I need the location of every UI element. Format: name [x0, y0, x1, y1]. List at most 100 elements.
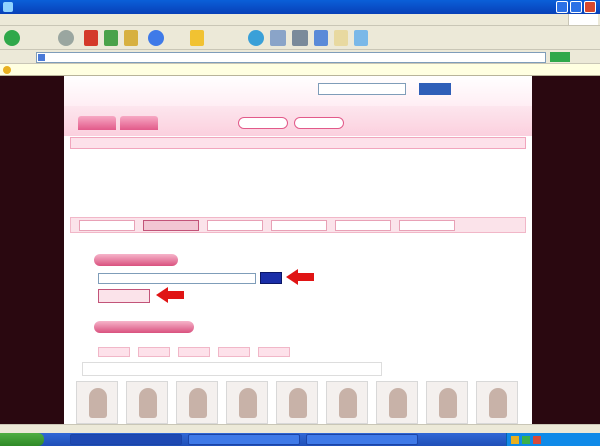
category-item[interactable]: [314, 138, 342, 148]
step-item: [399, 220, 455, 231]
menu-view[interactable]: [70, 16, 96, 25]
tray-icon[interactable]: [522, 436, 530, 444]
ads-by-google-label[interactable]: [448, 195, 526, 204]
site-search-input[interactable]: [318, 83, 406, 95]
category-item[interactable]: [104, 138, 132, 148]
info-bar-message[interactable]: [14, 66, 574, 75]
category-item[interactable]: [224, 138, 252, 148]
taskbar-item-paint[interactable]: [306, 434, 418, 445]
title-bar: [0, 0, 600, 14]
gallery-tab[interactable]: [138, 347, 170, 357]
edit-icon[interactable]: [314, 30, 328, 46]
favorites-button-label[interactable]: [206, 34, 242, 43]
go-button[interactable]: [552, 52, 570, 61]
bookmark-site-button[interactable]: [238, 117, 288, 129]
ad-url[interactable]: [82, 179, 186, 187]
history-icon[interactable]: [248, 30, 264, 46]
category-item[interactable]: [434, 138, 462, 148]
back-arrow-icon[interactable]: [4, 30, 20, 46]
print-icon[interactable]: [292, 30, 308, 46]
ad-url[interactable]: [404, 179, 508, 187]
ad-title[interactable]: [404, 151, 508, 160]
stop-icon[interactable]: [84, 30, 98, 46]
start-button[interactable]: [0, 433, 44, 446]
tutorial-overlay-text: [342, 346, 520, 378]
category-item[interactable]: [284, 138, 312, 148]
messenger-icon[interactable]: [354, 30, 368, 46]
fanyima-logo[interactable]: [162, 80, 232, 98]
thumbnail[interactable]: [376, 381, 418, 424]
site-search-link[interactable]: [456, 84, 526, 94]
gallery-filter[interactable]: [87, 365, 177, 374]
ad-block[interactable]: [298, 151, 402, 187]
category-item[interactable]: [374, 138, 402, 148]
ad-title[interactable]: [190, 151, 294, 160]
thumbnail[interactable]: [426, 381, 468, 424]
site-header: [64, 76, 532, 106]
gallery-filter-bar: [82, 362, 382, 376]
category-item[interactable]: [164, 138, 192, 148]
search-icon[interactable]: [148, 30, 164, 46]
folder-icon[interactable]: [334, 30, 348, 46]
ad-url[interactable]: [190, 179, 294, 187]
favorites-star-icon[interactable]: [190, 30, 204, 46]
category-item[interactable]: [194, 138, 222, 148]
file-path-input[interactable]: [98, 273, 256, 284]
maximize-button[interactable]: [570, 1, 582, 13]
gallery-tab[interactable]: [218, 347, 250, 357]
site-logo[interactable]: [78, 80, 138, 98]
menu-file[interactable]: [6, 16, 32, 25]
gallery-tab[interactable]: [178, 347, 210, 357]
annotation-step3: [246, 248, 446, 264]
gallery-tab[interactable]: [98, 347, 130, 357]
category-item[interactable]: [134, 138, 162, 148]
tray-icon[interactable]: [511, 436, 519, 444]
forward-arrow-icon[interactable]: [58, 30, 74, 46]
thumbnail[interactable]: [476, 381, 518, 424]
thumbnail[interactable]: [126, 381, 168, 424]
tab-image-service[interactable]: [78, 116, 116, 130]
info-bar-close-icon[interactable]: [586, 66, 596, 74]
refresh-icon[interactable]: [104, 30, 118, 46]
thumbnail[interactable]: [276, 381, 318, 424]
category-item[interactable]: [344, 138, 372, 148]
ad-url[interactable]: [298, 179, 402, 187]
tab-avatar-download[interactable]: [120, 116, 158, 130]
steps-bar: [70, 217, 526, 233]
back-button-label[interactable]: [22, 34, 44, 43]
info-bar[interactable]: [0, 64, 600, 76]
gallery-category-tabs: [98, 347, 318, 357]
set-homepage-button[interactable]: [294, 117, 344, 129]
links-label[interactable]: [574, 52, 598, 61]
menu-favorites[interactable]: [102, 16, 138, 25]
address-input[interactable]: [36, 52, 546, 63]
thumbnail[interactable]: [226, 381, 268, 424]
home-icon[interactable]: [124, 30, 138, 46]
ad-block[interactable]: [82, 151, 186, 187]
thumbnail[interactable]: [76, 381, 118, 424]
site-search-button[interactable]: [419, 83, 451, 95]
menu-tools[interactable]: [144, 16, 170, 25]
browse-button[interactable]: [260, 272, 282, 284]
tray-icon[interactable]: [533, 436, 541, 444]
thumbnail[interactable]: [326, 381, 368, 424]
taskbar-item-browser[interactable]: [70, 434, 182, 445]
upload-button[interactable]: [98, 289, 150, 303]
category-item[interactable]: [464, 138, 492, 148]
category-item[interactable]: [254, 138, 282, 148]
category-item[interactable]: [404, 138, 432, 148]
ad-title[interactable]: [82, 151, 186, 160]
mail-icon[interactable]: [270, 30, 286, 46]
thumbnail[interactable]: [176, 381, 218, 424]
category-item[interactable]: [74, 138, 102, 148]
ad-title[interactable]: [298, 151, 402, 160]
menu-edit[interactable]: [38, 16, 64, 25]
search-button-label[interactable]: [166, 34, 184, 43]
taskbar-item-image-viewer[interactable]: [188, 434, 300, 445]
menu-help[interactable]: [176, 16, 202, 25]
ad-block[interactable]: [404, 151, 508, 187]
minimize-button[interactable]: [556, 1, 568, 13]
ad-block[interactable]: [190, 151, 294, 187]
gallery-tab[interactable]: [258, 347, 290, 357]
close-button[interactable]: [584, 1, 596, 13]
